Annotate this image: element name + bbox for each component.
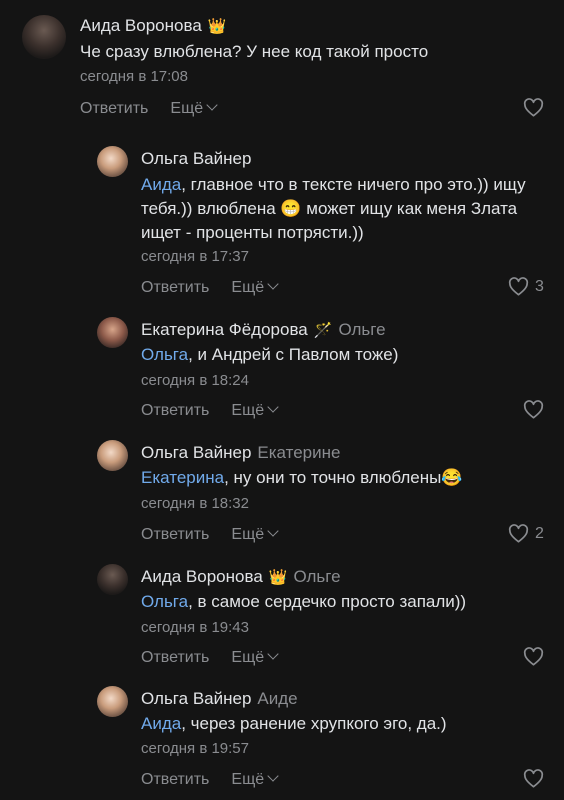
- heart-icon: [523, 400, 544, 419]
- chevron-down-icon: [267, 525, 279, 537]
- comment-author: Екатерина Фёдорова 🪄 Ольге: [141, 320, 386, 340]
- more-label: Ещё: [231, 402, 265, 419]
- like-count: 3: [535, 277, 544, 295]
- more-label: Ещё: [170, 100, 204, 117]
- more-button[interactable]: Ещё: [231, 278, 279, 296]
- reply-button[interactable]: Ответить: [80, 100, 148, 117]
- comment-actions: Ответить Ещё: [80, 99, 218, 118]
- reply-to-label[interactable]: Ольге: [338, 320, 385, 339]
- comment-text: Аида, через ранение хрупкого эго, да.): [141, 712, 546, 736]
- comment-actions: Ответить Ещё: [141, 770, 279, 789]
- wand-icon: 🪄: [313, 322, 333, 339]
- like-button[interactable]: 3: [508, 277, 544, 296]
- chevron-down-icon: [267, 278, 279, 290]
- mention-link[interactable]: Екатерина: [141, 468, 224, 487]
- chevron-down-icon: [267, 648, 279, 660]
- comment-actions: Ответить Ещё: [141, 401, 279, 420]
- author-name[interactable]: Аида Воронова: [141, 567, 263, 586]
- mention-link[interactable]: Ольга: [141, 592, 188, 611]
- author-name[interactable]: Ольга Вайнер: [141, 689, 251, 708]
- comment-text: Ольга, в самое сердечко просто запали)): [141, 590, 546, 614]
- comment-author: Аида Воронова 👑: [80, 16, 226, 36]
- more-button[interactable]: Ещё: [231, 648, 279, 666]
- heart-icon: [523, 769, 544, 788]
- comment-actions: Ответить Ещё: [141, 648, 279, 667]
- comment-time[interactable]: сегодня в 17:37: [141, 248, 249, 265]
- comment-time[interactable]: сегодня в 18:32: [141, 495, 249, 512]
- mention-link[interactable]: Аида: [141, 714, 181, 733]
- comment-body: , ну они то точно влюблены😂: [224, 468, 463, 487]
- more-button[interactable]: Ещё: [231, 770, 279, 788]
- reply-button[interactable]: Ответить: [141, 649, 209, 666]
- more-button[interactable]: Ещё: [231, 401, 279, 419]
- like-button[interactable]: 2: [508, 524, 544, 543]
- more-label: Ещё: [231, 279, 265, 296]
- comment-text: Аида, главное что в тексте ничего про эт…: [141, 173, 546, 245]
- comment-actions: Ответить Ещё: [141, 525, 279, 544]
- comment-author: Ольга Вайнер: [141, 149, 251, 169]
- comment-text: Че сразу влюблена? У нее код такой прост…: [80, 40, 550, 64]
- reply-to-label[interactable]: Аиде: [257, 689, 297, 708]
- like-count: 2: [535, 524, 544, 542]
- comment-body: , и Андрей с Павлом тоже): [188, 345, 399, 364]
- author-name[interactable]: Ольга Вайнер: [141, 149, 251, 168]
- comment-body: Че сразу влюблена? У нее код такой прост…: [80, 42, 429, 61]
- mention-link[interactable]: Ольга: [141, 345, 188, 364]
- more-label: Ещё: [231, 649, 265, 666]
- more-label: Ещё: [231, 526, 265, 543]
- like-button[interactable]: [523, 400, 550, 419]
- avatar[interactable]: [97, 440, 128, 471]
- heart-icon: [523, 98, 544, 117]
- comment-time[interactable]: сегодня в 18:24: [141, 372, 249, 389]
- author-name[interactable]: Екатерина Фёдорова: [141, 320, 308, 339]
- heart-icon: [508, 277, 529, 296]
- comment-body: , через ранение хрупкого эго, да.): [181, 714, 447, 733]
- avatar[interactable]: [22, 15, 66, 59]
- comment-author: Ольга Вайнер Екатерине: [141, 443, 340, 463]
- comment-text: Екатерина, ну они то точно влюблены😂: [141, 466, 546, 490]
- comment-body: , в самое сердечко просто запали)): [188, 592, 467, 611]
- crown-icon: 👑: [207, 18, 227, 35]
- like-button[interactable]: [523, 769, 550, 788]
- reply-button[interactable]: Ответить: [141, 402, 209, 419]
- comment-actions: Ответить Ещё: [141, 278, 279, 297]
- comment-author: Ольга Вайнер Аиде: [141, 689, 298, 709]
- avatar[interactable]: [97, 686, 128, 717]
- like-button[interactable]: [523, 647, 550, 666]
- comment-time[interactable]: сегодня в 19:43: [141, 619, 249, 636]
- crown-icon: 👑: [268, 569, 288, 586]
- comment-body: , главное что в тексте ничего про это.))…: [141, 175, 526, 242]
- avatar[interactable]: [97, 317, 128, 348]
- more-button[interactable]: Ещё: [170, 99, 218, 117]
- heart-icon: [508, 524, 529, 543]
- comment-author: Аида Воронова 👑 Ольге: [141, 567, 341, 587]
- chevron-down-icon: [267, 401, 279, 413]
- more-label: Ещё: [231, 771, 265, 788]
- reply-to-label[interactable]: Ольге: [293, 567, 340, 586]
- reply-button[interactable]: Ответить: [141, 279, 209, 296]
- comment-text: Ольга, и Андрей с Павлом тоже): [141, 343, 546, 367]
- heart-icon: [523, 647, 544, 666]
- author-name[interactable]: Аида Воронова: [80, 16, 202, 35]
- avatar[interactable]: [97, 146, 128, 177]
- avatar[interactable]: [97, 564, 128, 595]
- chevron-down-icon: [206, 99, 218, 111]
- more-button[interactable]: Ещё: [231, 525, 279, 543]
- comment-time[interactable]: сегодня в 17:08: [80, 68, 188, 85]
- author-name[interactable]: Ольга Вайнер: [141, 443, 251, 462]
- reply-button[interactable]: Ответить: [141, 526, 209, 543]
- reply-button[interactable]: Ответить: [141, 771, 209, 788]
- like-button[interactable]: [523, 98, 550, 117]
- mention-link[interactable]: Аида: [141, 175, 181, 194]
- reply-to-label[interactable]: Екатерине: [257, 443, 340, 462]
- chevron-down-icon: [267, 770, 279, 782]
- comment-time[interactable]: сегодня в 19:57: [141, 740, 249, 757]
